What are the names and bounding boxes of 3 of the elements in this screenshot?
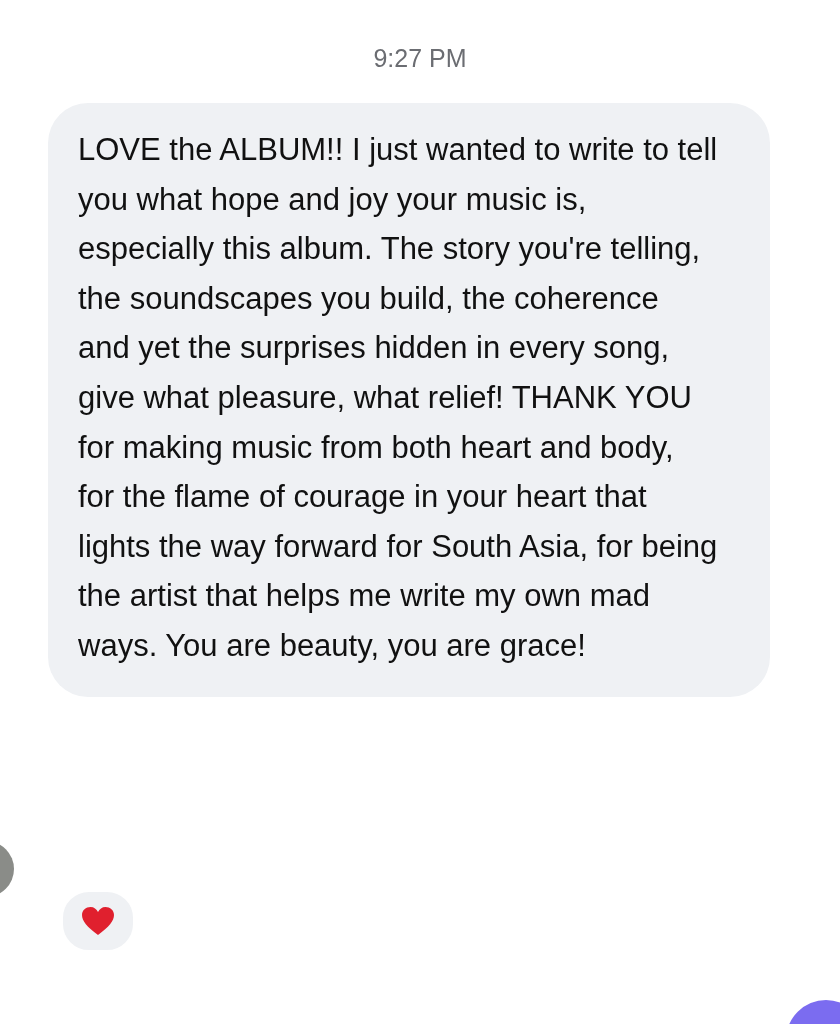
message-timestamp: 9:27 PM [372, 43, 468, 73]
heart-icon [81, 906, 115, 936]
message-text: LOVE the ALBUM!! I just wanted to write to tell you what hope and joy your music is, especially this album. The story you're telling, the soundscapes you build, the coherence and yet the surprises hidden in every song, give what pleasure, what relief! THANK YOU for making music from both heart and body, for the flame of courage in your heart that lights the way forward for South Asia, for being the artist that helps me write my own mad ways. You are beauty, you are grace! [78, 131, 718, 665]
